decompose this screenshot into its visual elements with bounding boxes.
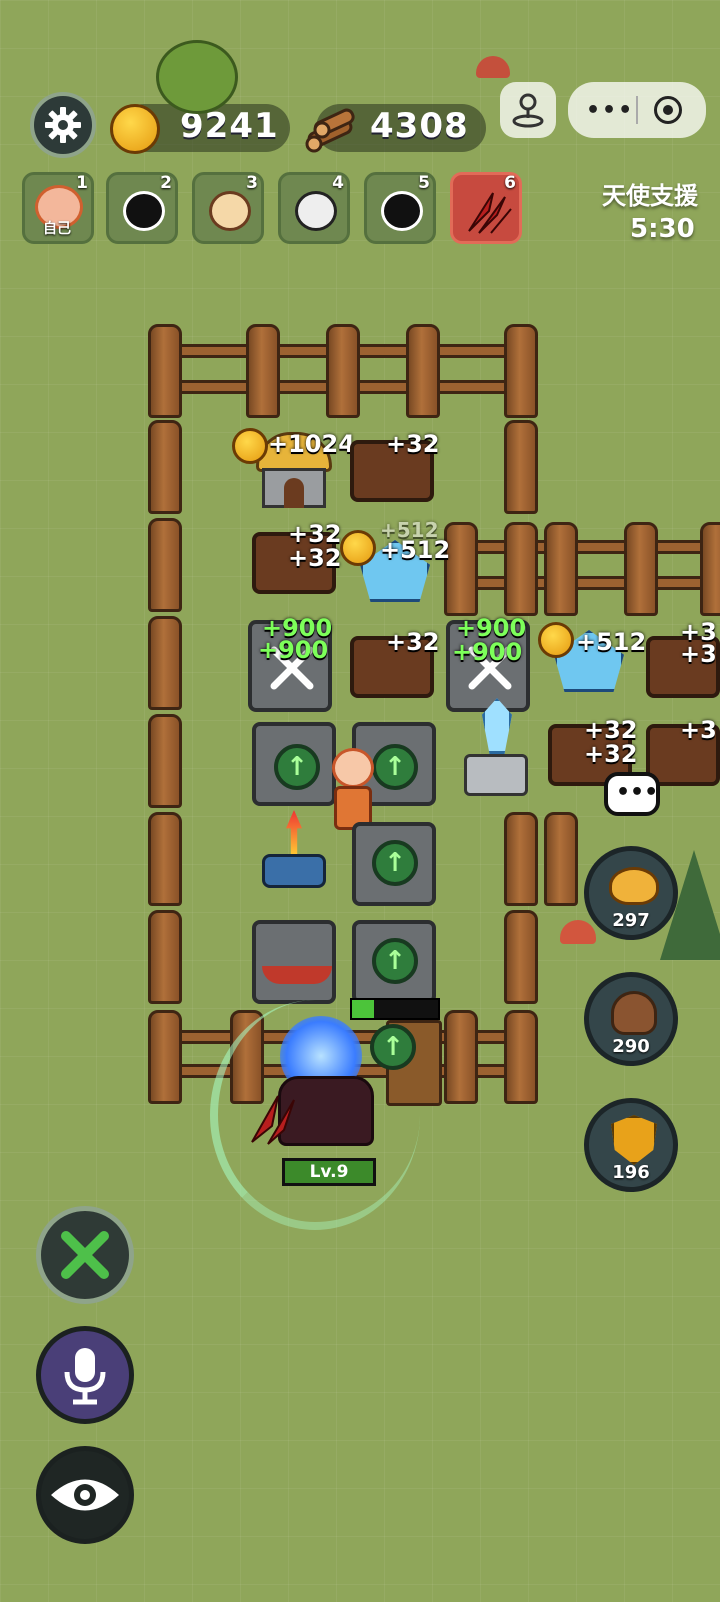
player-slot-5[interactable]: 5 (364, 172, 436, 244)
angel-support-title: 天使支援 (602, 182, 698, 210)
upgrade-slot[interactable] (252, 920, 336, 1004)
player-self-tag: 自己 (43, 221, 71, 237)
miniprogram-capsule: ••• (568, 82, 706, 138)
fence-rail (450, 540, 720, 554)
player-slot-1[interactable]: 1 自己 (22, 172, 94, 244)
fence-post (444, 1010, 478, 1104)
player-slot-number: 6 (504, 173, 516, 193)
fence-post (148, 518, 182, 612)
crystal1-gold-yield: +512 (380, 536, 451, 564)
fence-post (148, 714, 182, 808)
wood-log-icon (305, 108, 355, 153)
crate4-wood-yield-b: +32 (584, 740, 638, 768)
player-slot-number: 5 (418, 173, 430, 193)
capsule-divider (636, 96, 638, 124)
mushroom (476, 56, 510, 78)
gold-coin-icon (340, 530, 376, 566)
joystick-icon (512, 93, 544, 128)
chat-button[interactable]: ••• (604, 772, 660, 816)
chat-icon: ••• (616, 780, 659, 805)
fence-post (504, 324, 538, 418)
fence-post (504, 910, 538, 1004)
claw-icon (468, 192, 512, 234)
fence-post (504, 522, 538, 616)
fence-post (148, 1010, 182, 1104)
build-button[interactable] (36, 1206, 134, 1304)
enemy-level-label: Lv.9 (282, 1158, 376, 1186)
player-slot-3[interactable]: 3 (192, 172, 264, 244)
turret[interactable] (252, 810, 336, 894)
fence-post (504, 420, 538, 514)
gold-coin-icon (538, 622, 574, 658)
wrench1-yield-b: +900 (258, 636, 329, 664)
microphone-icon (64, 1348, 106, 1405)
bush (156, 40, 238, 114)
edge-wood-yield-b: +3 (680, 640, 717, 668)
crystal2-gold-yield: +512 (576, 628, 647, 656)
poop-value: 290 (612, 1036, 650, 1057)
player-slot-number: 1 (76, 173, 88, 193)
fence-post (544, 522, 578, 616)
player-slot-6[interactable]: 6 (450, 172, 522, 244)
fence-post (148, 910, 182, 1004)
fence-post (624, 522, 658, 616)
view-button[interactable] (36, 1446, 134, 1544)
record-icon[interactable] (654, 96, 682, 124)
crate3-wood-yield: +32 (386, 628, 440, 656)
gold-coin-icon (110, 104, 160, 154)
build-tools-icon (61, 1231, 109, 1279)
angel-support-timer: 5:30 (630, 214, 695, 244)
shield-icon (611, 1115, 657, 1165)
crystal-tower[interactable] (454, 698, 538, 802)
fence-post (148, 420, 182, 514)
upgrade-arrow-icon[interactable]: ↑ (370, 1024, 416, 1070)
upgrade-arrow-icon[interactable]: ↑ (372, 938, 418, 984)
player-slot-number: 4 (332, 173, 344, 193)
fence-post (148, 616, 182, 710)
wrench2-yield-b: +900 (452, 638, 523, 666)
piggy-bank-counter[interactable]: 297 (584, 846, 678, 940)
piggy-bank-icon (609, 867, 659, 905)
crate2-wood-yield-b: +32 (288, 544, 342, 572)
gold-coin-icon (232, 428, 268, 464)
poop-icon (611, 991, 657, 1035)
poop-counter[interactable]: 290 (584, 972, 678, 1066)
fence-rail (450, 576, 720, 590)
wood-amount: 4308 (370, 106, 469, 146)
fence-post (700, 522, 720, 616)
upgrade-arrow-icon[interactable]: ↑ (274, 744, 320, 790)
crate1-wood-yield: +32 (386, 430, 440, 458)
player-slot-4[interactable]: 4 (278, 172, 350, 244)
fence-post (504, 812, 538, 906)
edge-wood-yield-c: +3 (680, 716, 717, 744)
voice-button[interactable] (36, 1326, 134, 1424)
fence-post (544, 812, 578, 906)
enemy-monster (251, 1006, 388, 1156)
fence-post (504, 1010, 538, 1104)
fence-post (148, 812, 182, 906)
fence-post (406, 324, 440, 418)
fence-post (246, 324, 280, 418)
player-slot-number: 2 (160, 173, 172, 193)
gear-icon (45, 107, 81, 143)
shield-value: 196 (612, 1162, 650, 1183)
eye-icon (51, 1479, 119, 1511)
more-icon[interactable]: ••• (586, 98, 632, 123)
joystick-button[interactable] (500, 82, 556, 138)
fence-post (148, 324, 182, 418)
player-slot-2[interactable]: 2 (106, 172, 178, 244)
shield-counter[interactable]: 196 (584, 1098, 678, 1192)
house-gold-yield: +1024 (268, 430, 355, 458)
upgrade-arrow-icon[interactable]: ↑ (372, 840, 418, 886)
piggy-bank-value: 297 (612, 910, 650, 931)
player-slot-number: 3 (246, 173, 258, 193)
fence-post (326, 324, 360, 418)
settings-button[interactable] (30, 92, 96, 158)
